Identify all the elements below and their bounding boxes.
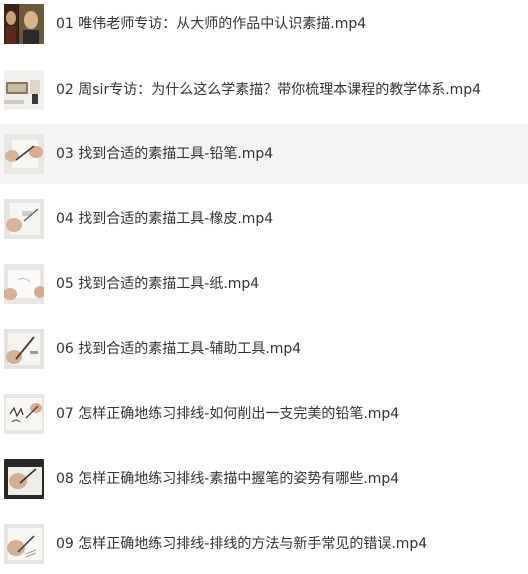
video-thumbnail xyxy=(4,394,44,434)
video-item-07[interactable]: 07 怎样正确地练习排线-如何削出一支完美的铅笔.mp4 xyxy=(0,384,528,444)
video-thumbnail xyxy=(4,70,44,110)
video-title: 09 怎样正确地练习排线-排线的方法与新手常见的错误.mp4 xyxy=(56,536,428,552)
video-item-04[interactable]: 04 找到合适的素描工具-橡皮.mp4 xyxy=(0,189,528,249)
video-title: 03 找到合适的素描工具-铅笔.mp4 xyxy=(56,146,274,162)
video-thumbnail xyxy=(4,134,44,174)
video-thumbnail xyxy=(4,459,44,499)
video-title: 08 怎样正确地练习排线-素描中握笔的姿势有哪些.mp4 xyxy=(56,471,400,487)
video-thumbnail xyxy=(4,329,44,369)
video-title: 05 找到合适的素描工具-纸.mp4 xyxy=(56,276,260,292)
video-thumbnail xyxy=(4,524,44,564)
video-title: 07 怎样正确地练习排线-如何削出一支完美的铅笔.mp4 xyxy=(56,406,400,422)
video-thumbnail xyxy=(4,199,44,239)
video-item-09[interactable]: 09 怎样正确地练习排线-排线的方法与新手常见的错误.mp4 xyxy=(0,514,528,574)
video-item-06[interactable]: 06 找到合适的素描工具-辅助工具.mp4 xyxy=(0,319,528,379)
video-item-08[interactable]: 08 怎样正确地练习排线-素描中握笔的姿势有哪些.mp4 xyxy=(0,449,528,509)
video-item-03[interactable]: 03 找到合适的素描工具-铅笔.mp4 xyxy=(0,124,528,184)
video-title: 02 周sir专访：为什么这么学素描？带你梳理本课程的教学体系.mp4 xyxy=(56,82,482,98)
video-item-05[interactable]: 05 找到合适的素描工具-纸.mp4 xyxy=(0,254,528,314)
video-title: 01 唯伟老师专访：从大师的作品中认识素描.mp4 xyxy=(56,16,367,32)
video-title: 06 找到合适的素描工具-辅助工具.mp4 xyxy=(56,341,302,357)
video-item-01[interactable]: 01 唯伟老师专访：从大师的作品中认识素描.mp4 xyxy=(0,0,528,54)
video-item-02[interactable]: 02 周sir专访：为什么这么学素描？带你梳理本课程的教学体系.mp4 xyxy=(0,60,528,120)
video-title: 04 找到合适的素描工具-橡皮.mp4 xyxy=(56,211,274,227)
video-thumbnail xyxy=(4,264,44,304)
video-thumbnail xyxy=(4,4,44,44)
video-list: 01 唯伟老师专访：从大师的作品中认识素描.mp4 02 周sir专访：为什么这… xyxy=(0,0,528,564)
